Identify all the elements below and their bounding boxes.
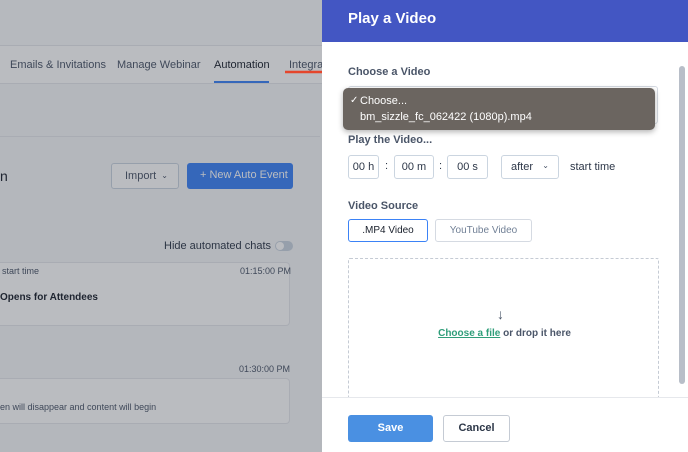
time-separator: : <box>385 160 389 172</box>
seconds-input[interactable]: 00 s <box>447 155 488 179</box>
minutes-input[interactable]: 00 m <box>394 155 434 179</box>
dropdown-option-video-file[interactable]: bm_sizzle_fc_062422 (1080p).mp4 <box>343 110 655 126</box>
drop-here-text: or drop it here <box>500 328 571 339</box>
time-separator: : <box>439 160 443 172</box>
save-button[interactable]: Save <box>348 415 433 442</box>
panel-title: Play a Video <box>348 10 437 27</box>
file-dropzone[interactable]: ↓ Choose a file or drop it here <box>348 258 659 398</box>
panel-header: Play a Video <box>322 0 688 42</box>
dropdown-option-choose[interactable]: ✓ Choose... <box>343 94 655 110</box>
video-dropdown-menu: ✓ Choose... bm_sizzle_fc_062422 (1080p).… <box>343 88 655 130</box>
dropdown-option-label: Choose... <box>360 95 408 107</box>
hours-input[interactable]: 00 h <box>348 155 379 179</box>
video-source-label: Video Source <box>348 200 419 212</box>
choose-file-link[interactable]: Choose a file <box>438 328 500 339</box>
timing-relation-value: after <box>511 161 534 173</box>
youtube-video-button[interactable]: YouTube Video <box>435 219 532 242</box>
play-video-label: Play the Video... <box>348 134 433 146</box>
download-arrow-icon: ↓ <box>497 306 504 322</box>
panel-footer: Save Cancel <box>322 397 688 452</box>
dropdown-option-label: bm_sizzle_fc_062422 (1080p).mp4 <box>360 111 532 123</box>
timing-relation-select[interactable]: after ⌄ <box>501 155 559 179</box>
panel-scrollbar[interactable] <box>679 66 685 384</box>
checkmark-icon: ✓ <box>350 95 359 106</box>
start-time-label: start time <box>570 161 616 173</box>
cancel-button[interactable]: Cancel <box>443 415 510 442</box>
dropzone-text: Choose a file or drop it here <box>349 328 660 339</box>
mp4-video-button[interactable]: .MP4 Video <box>348 219 428 242</box>
choose-video-label: Choose a Video <box>348 66 431 78</box>
play-video-panel: Play a Video Choose a Video Play the Vid… <box>322 0 688 452</box>
chevron-down-icon: ⌄ <box>542 161 549 170</box>
